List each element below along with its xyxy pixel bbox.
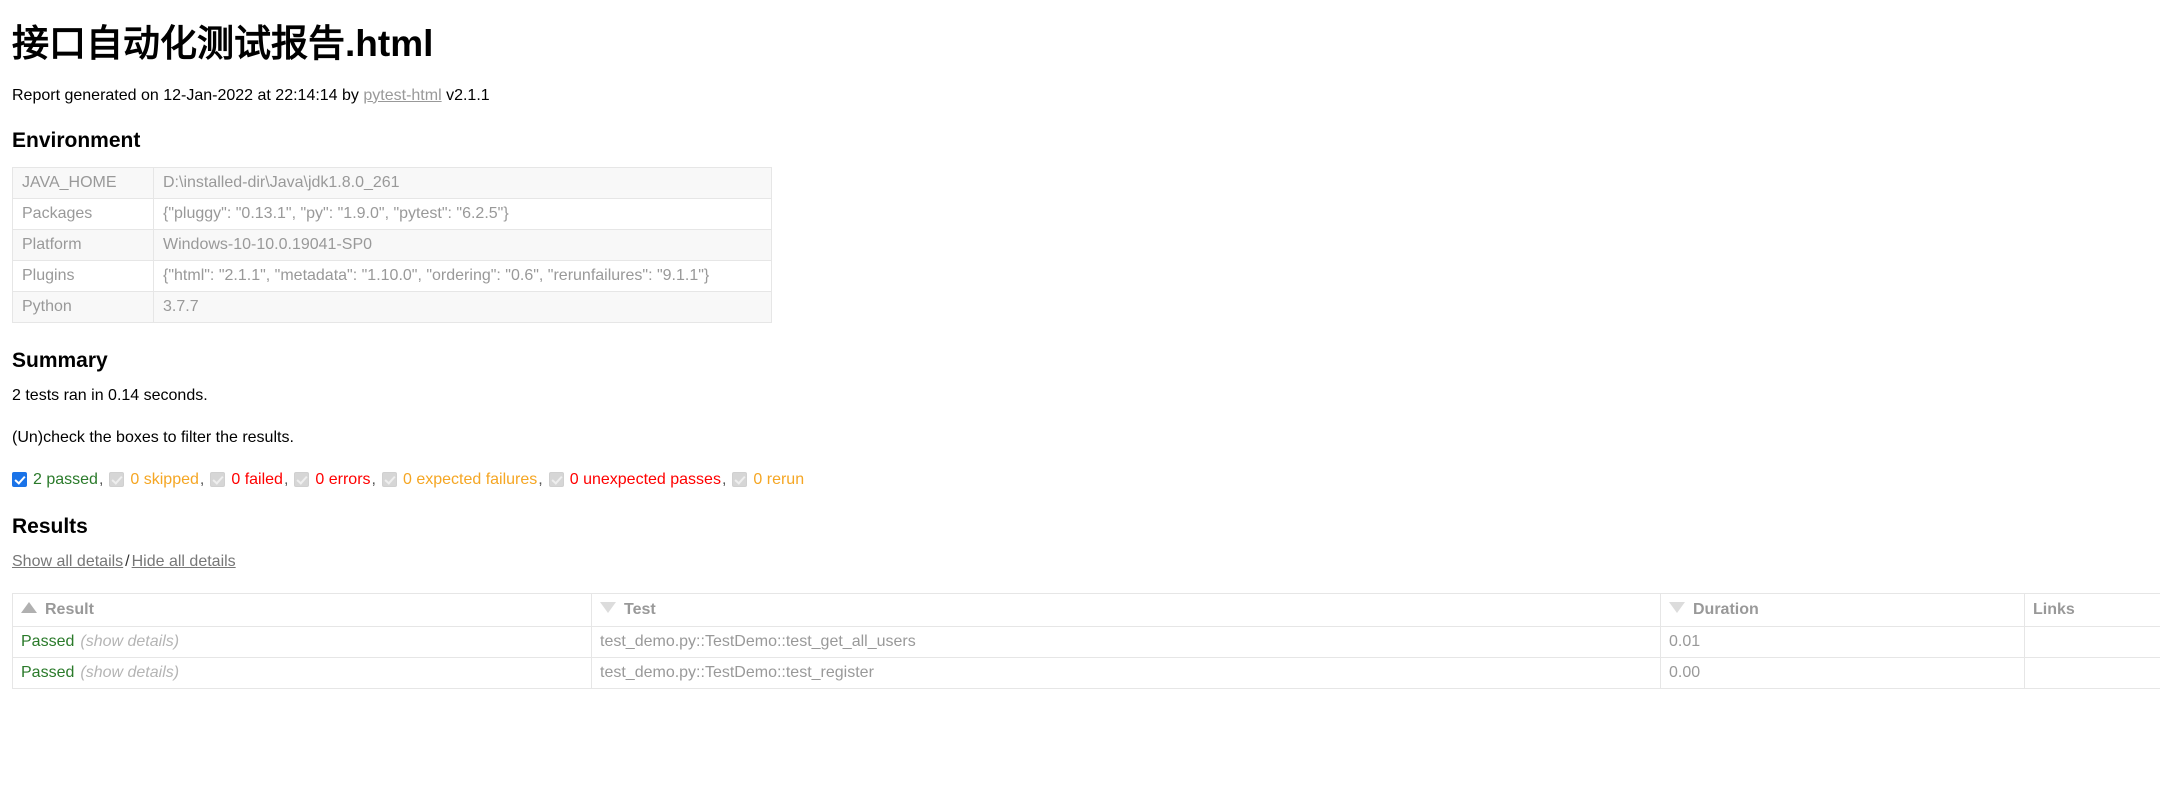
filter-separator: , xyxy=(538,470,543,488)
checkbox-unexpected-passes[interactable] xyxy=(548,472,564,488)
result-status: Passed xyxy=(21,663,75,681)
filter-label-rerun: 0 rerun xyxy=(753,470,805,488)
env-value: Windows-10-10.0.19041-SP0 xyxy=(153,228,772,261)
generated-time: 22:14:14 xyxy=(275,86,338,104)
column-header-duration[interactable]: Duration xyxy=(1660,592,2025,627)
sort-ascending-icon xyxy=(21,601,37,613)
results-heading: Results xyxy=(12,514,88,538)
checkbox-expected-failures[interactable] xyxy=(381,472,397,488)
column-label-result: Result xyxy=(45,600,94,618)
filter-passed[interactable]: 2 passed, xyxy=(12,471,103,489)
summary-heading: Summary xyxy=(12,348,108,372)
env-key: Plugins xyxy=(12,259,154,292)
summary-filter-hint: (Un)check the boxes to filter the result… xyxy=(12,428,294,446)
result-filters: 2 passed, 0 skipped, 0 failed, 0 errors,… xyxy=(12,471,2148,489)
table-row: JAVA_HOME D:\installed-dir\Java\jdk1.8.0… xyxy=(12,166,772,199)
result-status: Passed xyxy=(21,632,75,650)
env-value: 3.7.7 xyxy=(153,290,772,323)
checkbox-errors[interactable] xyxy=(294,472,310,488)
duration-cell: 0.00 xyxy=(1660,656,2025,689)
filter-failed[interactable]: 0 failed, xyxy=(210,471,288,489)
pytest-html-link[interactable]: pytest-html xyxy=(363,87,441,104)
env-value: {"pluggy": "0.13.1", "py": "1.9.0", "pyt… xyxy=(153,197,772,230)
filter-rerun[interactable]: 0 rerun xyxy=(732,471,805,489)
result-cell[interactable]: Passed (show details) xyxy=(12,656,592,689)
summary-run-line: 2 tests ran in 0.14 seconds. xyxy=(12,386,208,404)
test-id-cell: test_demo.py::TestDemo::test_register xyxy=(591,656,1661,689)
checkbox-failed[interactable] xyxy=(210,472,226,488)
filter-separator: , xyxy=(721,470,727,488)
show-details-link[interactable]: (show details) xyxy=(80,633,179,650)
table-row[interactable]: Passed (show details) test_demo.py::TestD… xyxy=(12,656,2160,689)
sort-descending-icon xyxy=(600,601,616,613)
env-key: Packages xyxy=(12,197,154,230)
filter-separator: , xyxy=(371,470,376,488)
table-row[interactable]: Passed (show details) test_demo.py::TestD… xyxy=(12,625,2160,658)
env-value: {"html": "2.1.1", "metadata": "1.10.0", … xyxy=(153,259,772,292)
report-page: 接口自动化测试报告.html Report generated on 12-Ja… xyxy=(0,0,2160,689)
checkbox-rerun[interactable] xyxy=(732,472,748,488)
hide-all-details-link[interactable]: Hide all details xyxy=(132,553,236,570)
links-cell xyxy=(2024,625,2160,658)
column-label-links: Links xyxy=(2033,600,2075,618)
show-all-details-link[interactable]: Show all details xyxy=(12,553,123,570)
env-key: Platform xyxy=(12,228,154,261)
links-cell xyxy=(2024,656,2160,689)
duration-cell: 0.01 xyxy=(1660,625,2025,658)
table-row: Platform Windows-10-10.0.19041-SP0 xyxy=(12,228,772,261)
show-details-link[interactable]: (show details) xyxy=(80,664,179,681)
sort-descending-icon xyxy=(1669,601,1685,613)
table-row: Plugins {"html": "2.1.1", "metadata": "1… xyxy=(12,259,772,292)
link-separator: / xyxy=(125,552,130,570)
filter-separator: , xyxy=(283,470,289,488)
filter-label-unexpected-passes: 0 unexpected passes xyxy=(569,470,721,488)
generated-date: 12-Jan-2022 xyxy=(163,86,254,104)
filter-skipped[interactable]: 0 skipped, xyxy=(109,471,204,489)
checkbox-passed[interactable] xyxy=(12,472,27,488)
filter-label-errors: 0 errors xyxy=(315,470,371,488)
column-header-test[interactable]: Test xyxy=(591,592,1661,627)
filter-unexpected-passes[interactable]: 0 unexpected passes, xyxy=(548,470,727,489)
generated-mid: at xyxy=(253,86,276,104)
table-row: Python 3.7.7 xyxy=(12,290,772,323)
column-label-duration: Duration xyxy=(1693,600,1759,618)
env-key: Python xyxy=(12,290,154,323)
results-header-row: Result Test Duration Links xyxy=(12,592,2160,627)
results-table: Result Test Duration Links Passed (show d… xyxy=(12,592,2160,689)
result-cell[interactable]: Passed (show details) xyxy=(12,625,592,658)
detail-toggle-links: Show all details / Hide all details xyxy=(12,553,2148,571)
env-value: D:\installed-dir\Java\jdk1.8.0_261 xyxy=(153,166,772,199)
filter-expected-failures[interactable]: 0 expected failures, xyxy=(381,470,543,489)
filter-label-passed: 2 passed xyxy=(33,470,98,488)
generated-by: by xyxy=(337,86,364,104)
column-header-result[interactable]: Result xyxy=(12,592,592,627)
filter-label-skipped: 0 skipped xyxy=(130,470,199,488)
environment-heading: Environment xyxy=(12,128,141,152)
page-title: 接口自动化测试报告.html xyxy=(12,23,434,64)
environment-table: JAVA_HOME D:\installed-dir\Java\jdk1.8.0… xyxy=(12,166,772,323)
filter-errors[interactable]: 0 errors, xyxy=(294,471,376,489)
column-label-test: Test xyxy=(624,600,656,618)
test-id-cell: test_demo.py::TestDemo::test_get_all_use… xyxy=(591,625,1661,658)
generated-prefix: Report generated on xyxy=(12,86,164,104)
table-row: Packages {"pluggy": "0.13.1", "py": "1.9… xyxy=(12,197,772,230)
checkbox-skipped[interactable] xyxy=(109,472,125,488)
filter-separator: , xyxy=(98,470,104,488)
env-key: JAVA_HOME xyxy=(12,166,154,199)
filter-separator: , xyxy=(199,470,205,488)
filter-label-expected-failures: 0 expected failures xyxy=(402,470,538,488)
filter-label-failed: 0 failed xyxy=(231,470,283,488)
column-header-links[interactable]: Links xyxy=(2024,592,2160,627)
generator-version: v2.1.1 xyxy=(441,86,490,104)
generated-line: Report generated on 12-Jan-2022 at 22:14… xyxy=(12,87,2148,105)
